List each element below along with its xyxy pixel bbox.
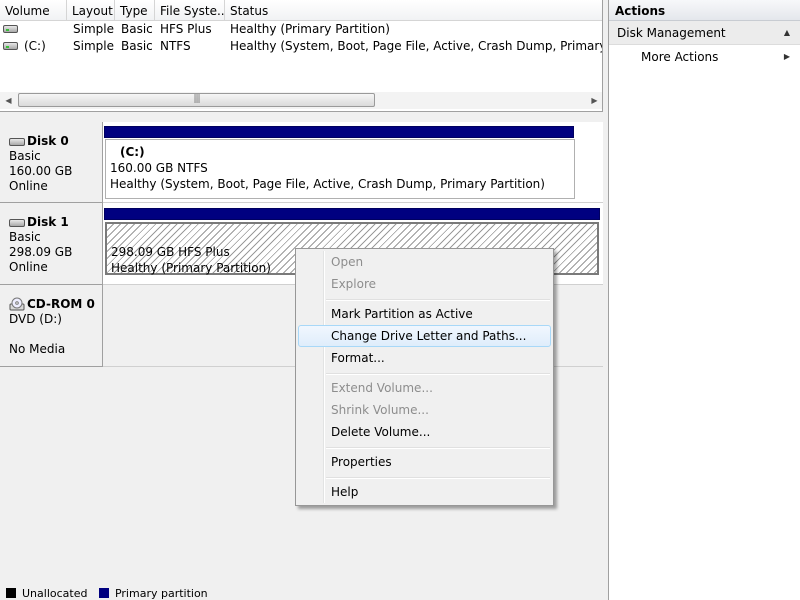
actions-group-label: Disk Management [617, 26, 726, 40]
disk-size: 298.09 GB [9, 245, 73, 259]
disk-icon [9, 219, 25, 227]
disk-name: CD-ROM 0 [27, 297, 95, 311]
status-cell: Healthy (Primary Partition) [230, 22, 390, 36]
primary-partition-bar [104, 126, 574, 138]
legend-label-unallocated: Unallocated [22, 588, 88, 600]
scroll-left-icon[interactable]: ◀ [0, 92, 17, 109]
volume-cell: (C:) [24, 39, 46, 53]
disk-state: Online [9, 260, 48, 274]
menu-separator [326, 299, 550, 301]
primary-partition-bar [104, 208, 600, 220]
cdrom-0-label[interactable]: CD-ROM 0 DVD (D:) No Media [0, 285, 103, 367]
menu-separator [326, 477, 550, 479]
actions-title: Actions [609, 0, 800, 21]
column-header-file-system[interactable]: File Syste... [155, 0, 225, 21]
column-header-status[interactable]: Status [225, 0, 602, 21]
collapse-up-icon[interactable]: ▲ [784, 21, 790, 45]
partition-status: Healthy (System, Boot, Page File, Active… [110, 177, 545, 191]
disk-state: No Media [9, 342, 66, 356]
menu-item-extend-volume: Extend Volume... [331, 381, 433, 395]
disk-type: Basic [9, 230, 41, 244]
disk-name: Disk 1 [27, 215, 69, 229]
disk-size [9, 327, 102, 342]
partition-letter: (C:) [120, 145, 145, 159]
drive-icon [3, 25, 18, 33]
disk-size: 160.00 GB [9, 164, 73, 178]
column-header-volume[interactable]: Volume [0, 0, 67, 21]
submenu-arrow-icon: ▶ [783, 52, 790, 61]
disk-name: Disk 0 [27, 134, 69, 148]
context-menu: Open Explore Mark Partition as Active Ch… [295, 248, 554, 506]
file-system-cell: HFS Plus [160, 22, 212, 36]
menu-item-change-drive-letter[interactable]: Change Drive Letter and Paths... [298, 325, 551, 347]
legend-swatch-primary [98, 588, 109, 598]
scrollbar-grip-icon: ||| [193, 94, 200, 104]
scroll-right-icon[interactable]: ▶ [586, 92, 602, 109]
partition-size-fs: 160.00 GB NTFS [110, 161, 208, 175]
disk-1-label[interactable]: Disk 1 Basic 298.09 GB Online [0, 203, 103, 285]
menu-separator [326, 373, 550, 375]
type-cell: Basic [121, 22, 153, 36]
partition-letter [111, 228, 597, 244]
legend: Unallocated Primary partition [0, 588, 603, 600]
layout-cell: Simple [73, 22, 114, 36]
table-row[interactable]: (C:) Simple Basic NTFS Healthy (System, … [0, 38, 603, 55]
menu-separator [326, 447, 550, 449]
horizontal-scrollbar[interactable]: ◀ ||| ▶ [0, 92, 602, 109]
table-row[interactable]: Simple Basic HFS Plus Healthy (Primary P… [0, 21, 602, 38]
volume-cell [24, 21, 64, 38]
column-header-layout[interactable]: Layout [67, 0, 115, 21]
column-header-type[interactable]: Type [115, 0, 155, 21]
type-cell: Basic [121, 39, 153, 53]
disk-icon [9, 138, 25, 146]
more-actions-label: More Actions [641, 50, 719, 64]
cd-drive-icon [9, 297, 25, 311]
menu-item-mark-active[interactable]: Mark Partition as Active [298, 303, 551, 325]
more-actions-item[interactable]: More Actions ▶ [609, 45, 800, 69]
menu-item-properties[interactable]: Properties [298, 451, 551, 473]
scrollbar-thumb[interactable]: ||| [18, 93, 375, 107]
actions-pane: Actions Disk Management ▲ More Actions ▶ [608, 0, 800, 600]
volume-list[interactable]: Volume Layout Type File Syste... Status … [0, 0, 603, 112]
actions-group-disk-management[interactable]: Disk Management ▲ [609, 21, 800, 45]
disk-type: DVD (D:) [9, 312, 62, 326]
disk-0-area: (C:) 160.00 GB NTFS Healthy (System, Boo… [103, 122, 603, 203]
file-system-cell: NTFS [160, 39, 191, 53]
partition-c[interactable]: (C:) 160.00 GB NTFS Healthy (System, Boo… [105, 139, 575, 199]
legend-label-primary: Primary partition [114, 588, 208, 600]
disk-0-label[interactable]: Disk 0 Basic 160.00 GB Online [0, 122, 103, 203]
menu-item-shrink-volume: Shrink Volume... [331, 403, 429, 417]
status-cell: Healthy (System, Boot, Page File, Active… [230, 39, 603, 53]
menu-item-help[interactable]: Help [298, 481, 551, 503]
disk-state: Online [9, 179, 48, 193]
layout-cell: Simple [73, 39, 114, 53]
drive-icon [3, 42, 18, 50]
menu-item-explore: Explore [331, 277, 377, 291]
volume-list-header: Volume Layout Type File Syste... Status [0, 0, 602, 21]
menu-item-format[interactable]: Format... [298, 347, 551, 369]
disk-type: Basic [9, 149, 41, 163]
menu-item-open: Open [331, 255, 364, 269]
menu-item-delete-volume[interactable]: Delete Volume... [298, 421, 551, 443]
legend-swatch-unallocated [6, 588, 16, 598]
